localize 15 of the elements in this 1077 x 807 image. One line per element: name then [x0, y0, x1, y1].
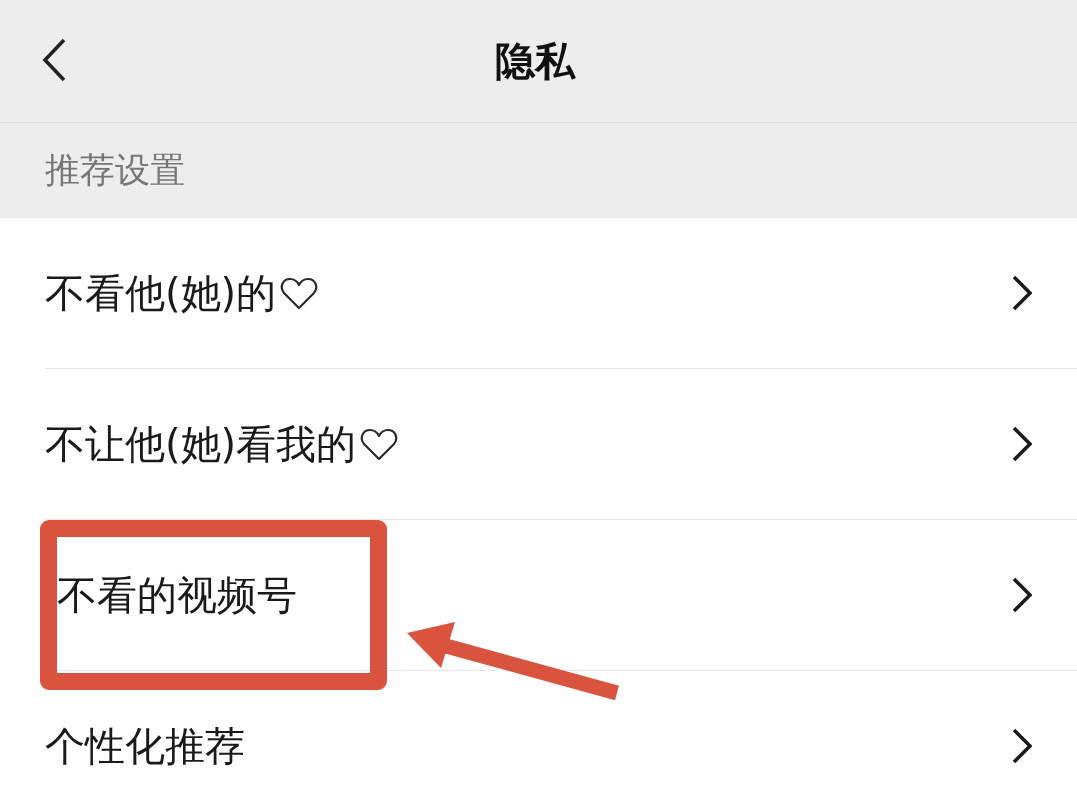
- row-label: 不看他(她)的: [45, 268, 277, 318]
- settings-row[interactable]: 不看他(她)的: [0, 218, 1077, 368]
- settings-row[interactable]: 不让他(她)看我的: [0, 369, 1077, 519]
- chevron-icon: [1012, 728, 1032, 764]
- section-title: 推荐设置: [45, 149, 185, 192]
- back-icon: [42, 38, 66, 82]
- page-title: 隐私: [494, 36, 575, 86]
- row-label: 个性化推荐: [45, 721, 245, 771]
- settings-row[interactable]: 不看的视频号: [0, 520, 1077, 670]
- chevron-icon: [1012, 426, 1032, 462]
- row-label: 不看的视频号: [57, 570, 297, 620]
- settings-row[interactable]: 个性化推荐: [0, 671, 1077, 807]
- row-label: 不让他(她)看我的: [45, 419, 357, 469]
- chevron-icon: [1012, 275, 1032, 311]
- chevron-icon: [1012, 577, 1032, 613]
